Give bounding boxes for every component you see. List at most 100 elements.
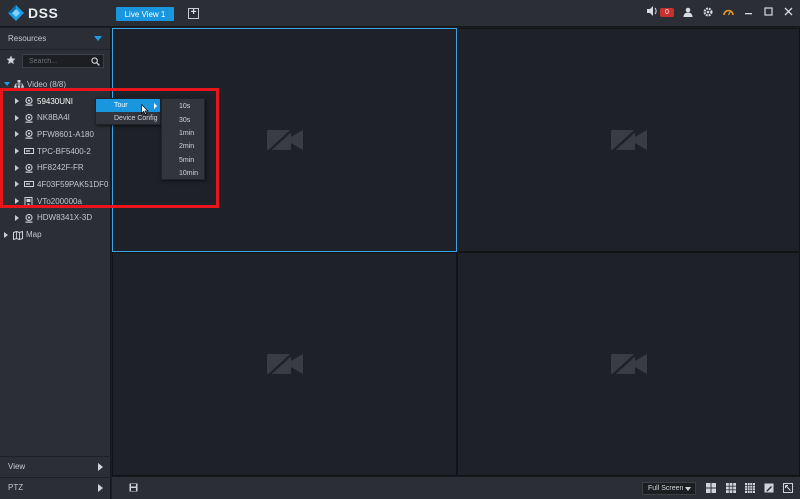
logo-icon (8, 5, 24, 21)
close-icon[interactable] (782, 7, 794, 19)
camera-icon (24, 113, 33, 123)
search-input[interactable] (29, 57, 89, 65)
chevron-right-icon (98, 462, 103, 471)
expand-arrow-icon[interactable] (15, 214, 19, 221)
tree-item-label: NK8BA4I (37, 113, 70, 123)
tree-item-label: Map (26, 230, 42, 240)
camera-icon (24, 163, 33, 173)
layout-4x4-icon[interactable] (745, 483, 755, 493)
resources-dropdown[interactable]: Resources (0, 28, 110, 50)
tour-option-10min[interactable]: 10min (162, 167, 204, 180)
search-row (0, 50, 110, 72)
save-icon[interactable] (129, 483, 138, 492)
video-camera-placeholder-icon (266, 352, 303, 376)
menu-item-tour[interactable]: Tour (96, 99, 160, 112)
chevron-down-icon (685, 487, 691, 491)
tour-interval-submenu: 10s 30s 1min 2min 5min 10min (161, 98, 205, 180)
search-icon[interactable] (91, 57, 100, 66)
video-group-icon (14, 80, 24, 89)
expand-arrow-icon[interactable] (15, 148, 19, 155)
expand-arrow-icon[interactable] (15, 164, 19, 171)
tree-item-device[interactable]: VTo200000a (0, 193, 111, 210)
alarm-count-badge: 0 (660, 8, 674, 17)
minimize-icon[interactable] (742, 7, 754, 19)
view-panel-toggle[interactable]: View (0, 456, 111, 476)
chevron-right-icon (98, 483, 103, 492)
maximize-icon[interactable] (762, 6, 774, 19)
tour-option-1min[interactable]: 1min (162, 127, 204, 140)
app-name: DSS (28, 5, 59, 21)
tab-live-view-1[interactable]: Live View 1 (116, 7, 174, 21)
camera-icon (24, 130, 33, 140)
video-window[interactable] (112, 252, 457, 476)
layout-2x2-icon[interactable] (706, 483, 716, 493)
alarm-button[interactable]: 0 (647, 6, 674, 19)
expand-arrow-icon[interactable] (15, 98, 19, 105)
expand-arrow-icon[interactable] (15, 181, 19, 188)
tree-item-label: 59430UNI (37, 96, 74, 106)
expand-arrow-icon[interactable] (15, 114, 19, 121)
video-window[interactable] (457, 28, 800, 252)
edit-layout-icon[interactable] (764, 483, 774, 493)
expand-arrow-icon[interactable] (4, 231, 8, 238)
tree-item-label: Video (8/8) (27, 79, 66, 89)
tree-item-label: 4F03F59PAK51DF0 (37, 179, 109, 189)
tree-item-label: TPC-BF5400-2 (37, 146, 91, 156)
intercom-icon (24, 197, 33, 208)
speaker-icon (647, 6, 658, 19)
device-context-menu: Tour Device Config (95, 98, 161, 125)
submenu-arrow-icon (154, 103, 157, 109)
tree-item-video[interactable]: Video (8/8) (0, 76, 111, 93)
fullscreen-icon[interactable] (783, 483, 793, 493)
expand-arrow-icon[interactable] (15, 131, 19, 138)
window-mode-select[interactable]: Full Screen (642, 482, 696, 495)
tour-option-10s[interactable]: 10s (162, 100, 204, 113)
tree-item-device[interactable]: TPC-BF5400-2 (0, 143, 111, 160)
tree-item-label: HF8242F-FR (37, 163, 84, 173)
tree-item-device[interactable]: 4F03F59PAK51DF0 (0, 176, 111, 193)
menu-item-label: Tour (114, 102, 128, 109)
bottom-toolbar: Full Screen (112, 476, 800, 499)
expand-arrow-icon[interactable] (15, 198, 19, 205)
ptz-panel-toggle[interactable]: PTZ (0, 477, 111, 497)
add-tab-button[interactable]: + (188, 8, 199, 19)
window-mode-value: Full Screen (648, 485, 684, 492)
search-field[interactable] (22, 54, 104, 68)
tour-option-30s[interactable]: 30s (162, 113, 204, 126)
tree-item-device[interactable]: PFW8601-A180 (0, 126, 111, 143)
system-icons: 0 (639, 6, 794, 19)
menu-item-label: Device Config (114, 115, 158, 122)
app-logo: DSS (8, 5, 58, 21)
tour-option-5min[interactable]: 5min (162, 154, 204, 167)
menu-item-device-config[interactable]: Device Config (96, 112, 160, 125)
tour-option-2min[interactable]: 2min (162, 140, 204, 153)
tree-item-map[interactable]: Map (0, 226, 111, 243)
gear-icon[interactable] (702, 6, 714, 19)
video-camera-placeholder-icon (610, 128, 647, 152)
video-camera-placeholder-icon (266, 128, 303, 152)
expand-arrow-icon[interactable] (4, 82, 10, 87)
star-icon[interactable] (6, 55, 18, 68)
user-icon[interactable] (682, 7, 694, 19)
video-window[interactable] (457, 252, 800, 476)
nvr-icon (24, 147, 34, 155)
tree-item-device[interactable]: HF8242F-FR (0, 159, 111, 176)
camera-icon (24, 213, 33, 223)
performance-gauge-icon[interactable] (722, 7, 734, 19)
video-camera-placeholder-icon (610, 352, 647, 376)
tree-item-label: HDW8341X-3D (37, 213, 93, 223)
tree-item-label: PFW8601-A180 (37, 129, 94, 139)
layout-3x3-icon[interactable] (726, 483, 736, 493)
camera-icon (24, 96, 33, 106)
resources-label: Resources (8, 34, 47, 43)
title-bar: DSS Live View 1 + 0 (0, 0, 800, 27)
view-label: View (8, 462, 26, 471)
ptz-label: PTZ (8, 483, 24, 492)
tree-item-label: VTo200000a (37, 196, 82, 206)
mouse-cursor-icon (141, 104, 149, 115)
nvr-icon (24, 180, 34, 188)
map-icon (13, 230, 23, 240)
video-grid (112, 28, 800, 476)
tree-item-device[interactable]: HDW8341X-3D (0, 210, 111, 227)
chevron-down-icon (94, 36, 102, 41)
